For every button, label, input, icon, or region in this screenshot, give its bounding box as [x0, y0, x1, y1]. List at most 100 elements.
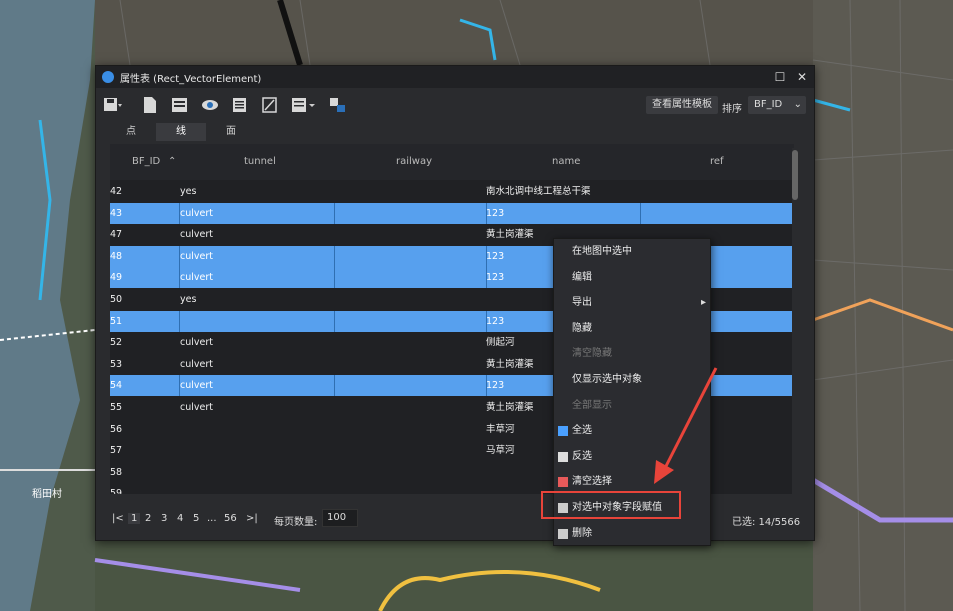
per-page-input[interactable]: 100	[322, 509, 358, 527]
cell-tunnel: culvert	[180, 229, 213, 241]
switch-selection-icon[interactable]	[328, 96, 348, 114]
cell-divider	[179, 267, 180, 289]
table-row[interactable]: 43 culvert 123	[110, 202, 792, 224]
column-header-tunnel[interactable]: tunnel	[244, 156, 276, 167]
grid-header: BF_ID ⌃ tunnel railway name ref	[110, 144, 794, 180]
submenu-arrow-icon: ▸	[700, 297, 706, 309]
cell-bf-id: 47	[110, 229, 123, 241]
menu-item-2[interactable]: 导出 ▸	[554, 292, 710, 314]
title-bar: 属性表 (Rect_VectorElement) ☐ ✕	[96, 66, 814, 88]
menu-item-label: 反选	[572, 450, 592, 462]
cell-name: 123	[486, 315, 505, 327]
table-view-icon[interactable]	[170, 96, 190, 114]
cell-divider	[179, 310, 180, 332]
menu-item-label: 全选	[572, 425, 592, 437]
menu-item-label: 在地图中选中	[572, 246, 632, 257]
toolbar: 查看属性模板 排序 BF_ID ⌄	[96, 88, 814, 122]
cell-divider	[179, 375, 180, 397]
new-document-icon[interactable]	[140, 96, 160, 114]
zoom-to-selection-icon[interactable]	[260, 96, 280, 114]
cell-divider	[486, 267, 487, 289]
maximize-icon[interactable]: ☐	[772, 69, 788, 85]
menu-item-label: 清空隐藏	[572, 348, 612, 360]
cell-bf-id: 54	[110, 380, 123, 392]
sort-select-value: BF_ID	[754, 99, 783, 110]
cell-divider	[179, 202, 180, 224]
annotation-arrow	[654, 367, 718, 484]
cell-bf-id: 49	[110, 272, 123, 284]
selected-count: 已选: 14/5566	[732, 517, 801, 528]
menu-item-label: 全部显示	[572, 399, 612, 411]
cell-bf-id: 42	[110, 186, 123, 197]
menu-item-label: 删除	[572, 527, 592, 539]
menu-item-label: 隐藏	[572, 322, 592, 334]
columns-menu-icon[interactable]	[290, 96, 318, 114]
column-header-railway[interactable]: railway	[396, 156, 432, 167]
cell-divider	[334, 202, 335, 224]
first-page-icon[interactable]: |<	[112, 513, 124, 524]
cell-name: 123	[486, 380, 505, 392]
cell-name: 123	[486, 207, 505, 219]
vertical-scrollbar[interactable]	[792, 148, 798, 498]
cell-tunnel: culvert	[180, 250, 213, 262]
view-template-button[interactable]: 查看属性模板	[646, 96, 718, 114]
menu-item-3[interactable]: 隐藏	[554, 318, 710, 340]
cell-tunnel: culvert	[180, 272, 213, 284]
column-header-name[interactable]: name	[552, 156, 580, 167]
cell-divider	[334, 310, 335, 332]
cell-bf-id: 55	[110, 402, 123, 413]
cell-tunnel: yes	[180, 186, 197, 197]
page-3[interactable]: 3	[161, 513, 167, 524]
cell-bf-id: 43	[110, 207, 123, 219]
geometry-tabs: 点 线 面	[106, 123, 256, 141]
page-5[interactable]: 5	[193, 513, 199, 524]
cell-tunnel: culvert	[180, 337, 213, 349]
save-icon[interactable]	[102, 96, 122, 114]
delete-icon	[558, 528, 568, 539]
tab-point[interactable]: 点	[106, 123, 156, 141]
cell-bf-id: 56	[110, 423, 123, 435]
cell-name: 丰草河	[486, 423, 515, 435]
page-ellipsis: ...	[207, 513, 217, 524]
table-row[interactable]: 42 yes 南水北调中线工程总干渠	[110, 181, 792, 202]
cell-name: 南水北调中线工程总干渠	[486, 186, 591, 197]
cell-tunnel: culvert	[180, 380, 213, 392]
page-4[interactable]: 4	[177, 513, 183, 524]
tab-polygon[interactable]: 面	[206, 123, 256, 141]
sort-select[interactable]: BF_ID ⌄	[748, 96, 806, 114]
cell-tunnel: culvert	[180, 207, 213, 219]
menu-item-label: 导出	[572, 297, 592, 309]
cell-tunnel: culvert	[180, 402, 213, 413]
close-icon[interactable]: ✕	[794, 69, 810, 85]
page-1[interactable]: 1	[128, 513, 141, 524]
cell-name: 123	[486, 250, 505, 262]
page-56[interactable]: 56	[224, 513, 237, 524]
cell-divider	[334, 267, 335, 289]
clear-selection-icon	[558, 477, 568, 488]
cell-tunnel: yes	[180, 294, 197, 305]
menu-item-11[interactable]: 删除	[554, 523, 710, 545]
list-icon[interactable]	[230, 96, 250, 114]
page-2[interactable]: 2	[145, 513, 151, 524]
column-header-bf-id[interactable]: BF_ID	[132, 156, 160, 167]
cell-bf-id: 51	[110, 315, 123, 327]
menu-item-1[interactable]: 编辑	[554, 267, 710, 289]
column-header-ref[interactable]: ref	[710, 156, 724, 167]
tab-line[interactable]: 线	[156, 123, 206, 141]
cell-divider	[486, 375, 487, 397]
scrollbar-thumb[interactable]	[792, 150, 798, 200]
cell-bf-id: 57	[110, 445, 123, 457]
cell-divider	[179, 245, 180, 267]
cell-bf-id: 58	[110, 466, 123, 478]
cell-name: 黄土岗灌渠	[486, 358, 534, 370]
cell-divider	[486, 245, 487, 267]
cell-name: 黄土岗灌渠	[486, 229, 534, 241]
cell-name: 侧起河	[486, 337, 515, 349]
eye-icon[interactable]	[200, 96, 220, 114]
chevron-down-icon: ⌄	[793, 99, 802, 110]
cell-divider	[334, 245, 335, 267]
sort-asc-icon: ⌃	[168, 156, 177, 167]
menu-item-label: 编辑	[572, 271, 592, 283]
last-page-icon[interactable]: >|	[246, 513, 258, 524]
menu-item-0[interactable]: 在地图中选中	[554, 241, 710, 263]
